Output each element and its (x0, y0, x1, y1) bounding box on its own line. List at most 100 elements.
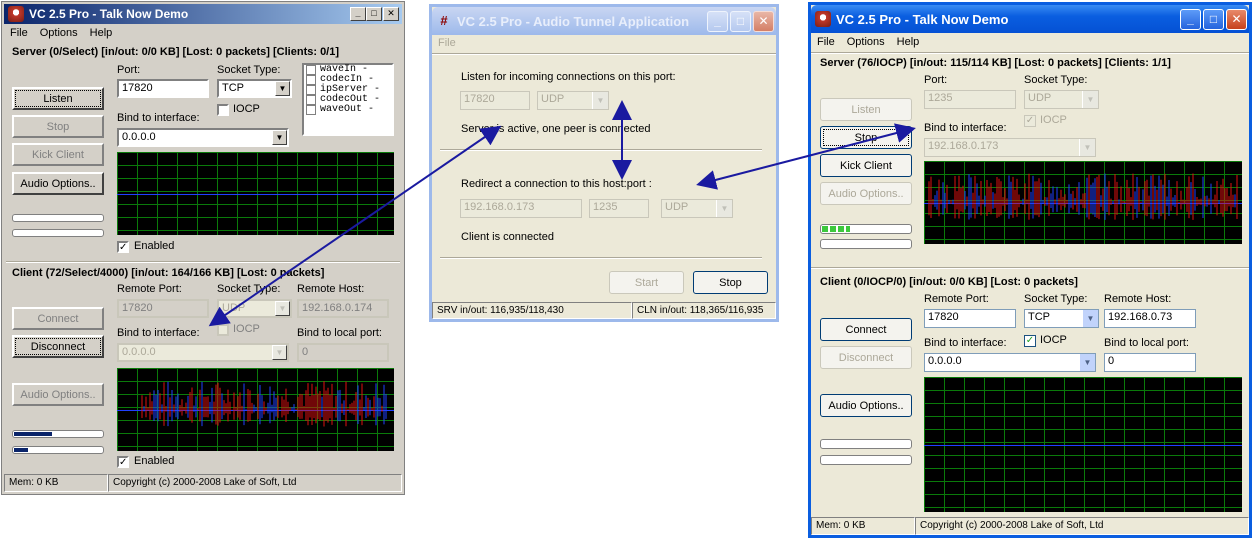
maximize-icon[interactable]: □ (730, 11, 751, 32)
socket-type-select[interactable]: TCP ▼ (1024, 309, 1099, 328)
remote-port-input[interactable]: 17820 (117, 299, 209, 318)
enabled-checkbox[interactable]: ✓ (117, 241, 129, 253)
listen-proto-value: UDP (541, 93, 565, 105)
minimize-icon[interactable]: _ (707, 11, 728, 32)
chevron-down-icon: ▼ (1082, 91, 1098, 108)
socket-type-select[interactable]: UDP ▼ (217, 299, 292, 318)
checkbox-icon[interactable] (306, 95, 316, 105)
checkbox-icon[interactable] (306, 105, 316, 115)
level-meter (820, 224, 912, 234)
menu-file[interactable]: File (438, 37, 456, 49)
bind-select[interactable]: 0.0.0.0 ▼ (117, 128, 289, 147)
client-header: Client (0/IOCP/0) [in/out: 0/0 KB] [Lost… (820, 276, 1078, 288)
bind-select[interactable]: 192.168.0.173 ▼ (924, 138, 1096, 157)
list-item[interactable]: waveOut - (304, 105, 392, 115)
audio-options-button[interactable]: Audio Options.. (820, 394, 912, 417)
right-titlebar[interactable]: VC 2.5 Pro - Talk Now Demo _ □ ✕ (811, 5, 1249, 33)
level-meter (12, 446, 104, 454)
socket-type-value: TCP (222, 82, 244, 94)
tunnel-titlebar[interactable]: # VC 2.5 Pro - Audio Tunnel Application … (432, 7, 776, 35)
client-header: Client (72/Select/4000) [in/out: 164/166… (12, 267, 325, 279)
enabled-label: Enabled (134, 455, 175, 467)
menu-file[interactable]: File (817, 36, 835, 48)
close-icon[interactable]: ✕ (383, 7, 399, 21)
stop-button[interactable]: Stop (820, 126, 912, 149)
listen-button[interactable]: Listen (820, 98, 912, 121)
redirect-port-input[interactable]: 1235 (589, 199, 649, 218)
remote-port-label: Remote Port: (924, 293, 989, 305)
divider (811, 52, 1249, 54)
codec-list[interactable]: waveIn - codecIn - ipServer - codecOut -… (302, 63, 394, 136)
redirect-proto-value: UDP (665, 201, 689, 213)
connect-button[interactable]: Connect (820, 318, 912, 341)
socket-type-value: TCP (1028, 311, 1050, 323)
chevron-down-icon: ▼ (1082, 310, 1098, 327)
bind-value: 0.0.0.0 (928, 355, 962, 367)
checkbox-icon[interactable] (306, 65, 316, 75)
audio-options-button[interactable]: Audio Options.. (820, 182, 912, 205)
bind-local-port-label: Bind to local port: (297, 327, 382, 339)
audio-options-button[interactable]: Audio Options.. (12, 172, 104, 195)
connect-button[interactable]: Connect (12, 307, 104, 330)
redirect-proto-select[interactable]: UDP ▼ (661, 199, 733, 218)
start-button[interactable]: Start (609, 271, 684, 294)
listen-port-input[interactable]: 17820 (460, 91, 530, 110)
iocp-checkbox[interactable]: ✓ (1024, 335, 1036, 347)
app-icon (815, 11, 831, 27)
bind-select[interactable]: 0.0.0.0 ▼ (117, 343, 289, 362)
socket-type-select[interactable]: TCP ▼ (217, 79, 292, 98)
socket-type-label: Socket Type: (1024, 74, 1088, 86)
scope-baseline (117, 193, 394, 195)
checkbox-icon[interactable] (306, 75, 316, 85)
menu-options[interactable]: Options (40, 27, 78, 39)
menu-help[interactable]: Help (90, 27, 113, 39)
remote-port-input[interactable]: 17820 (924, 309, 1016, 328)
menu-help[interactable]: Help (897, 36, 920, 48)
remote-host-input[interactable]: 192.168.0.174 (297, 299, 389, 318)
socket-type-select[interactable]: UDP ▼ (1024, 90, 1099, 109)
client-waveform-scope (117, 368, 394, 451)
level-meter (12, 214, 104, 222)
checkbox-icon[interactable] (306, 85, 316, 95)
remote-host-input[interactable]: 192.168.0.73 (1104, 309, 1196, 328)
port-input[interactable]: 17820 (117, 79, 209, 98)
kick-client-button[interactable]: Kick Client (12, 143, 104, 166)
waveform-trace (928, 173, 1238, 220)
bind-value: 0.0.0.0 (122, 346, 156, 358)
menu-file[interactable]: File (10, 27, 28, 39)
bind-label: Bind to interface: (924, 337, 1007, 349)
kick-client-button[interactable]: Kick Client (820, 154, 912, 177)
iocp-checkbox[interactable] (217, 104, 229, 116)
level-fill (14, 432, 52, 436)
iocp-checkbox[interactable]: ✓ (1024, 115, 1036, 127)
listen-proto-select[interactable]: UDP ▼ (537, 91, 609, 110)
disconnect-button[interactable]: Disconnect (820, 346, 912, 369)
maximize-icon[interactable]: □ (1203, 9, 1224, 30)
left-titlebar[interactable]: VC 2.5 Pro - Talk Now Demo _ □ ✕ (4, 4, 402, 24)
maximize-icon[interactable]: □ (366, 7, 382, 21)
close-icon[interactable]: ✕ (1226, 9, 1247, 30)
close-icon[interactable]: ✕ (753, 11, 774, 32)
enabled-label: Enabled (134, 240, 175, 252)
enabled-checkbox[interactable]: ✓ (117, 456, 129, 468)
bind-local-port-input[interactable]: 0 (1104, 353, 1196, 372)
stop-button[interactable]: Stop (12, 115, 104, 138)
bind-local-port-input[interactable]: 0 (297, 343, 389, 362)
redirect-heading: Redirect a connection to this host:port … (461, 178, 652, 190)
audio-options-button[interactable]: Audio Options.. (12, 383, 104, 406)
minimize-icon[interactable]: _ (350, 7, 366, 21)
scope-baseline (924, 444, 1242, 446)
listen-button[interactable]: Listen (12, 87, 104, 110)
mem-status: Mem: 0 KB (811, 517, 915, 535)
bind-select[interactable]: 0.0.0.0 ▼ (924, 353, 1096, 372)
redirect-host-input[interactable]: 192.168.0.173 (460, 199, 582, 218)
iocp-checkbox[interactable] (217, 324, 229, 336)
level-fill (822, 226, 850, 232)
menu-options[interactable]: Options (847, 36, 885, 48)
stop-button[interactable]: Stop (693, 271, 768, 294)
client-status-text: Client is connected (461, 231, 554, 243)
disconnect-button[interactable]: Disconnect (12, 335, 104, 358)
port-input[interactable]: 1235 (924, 90, 1016, 109)
window-title: VC 2.5 Pro - Talk Now Demo (29, 7, 189, 21)
minimize-icon[interactable]: _ (1180, 9, 1201, 30)
